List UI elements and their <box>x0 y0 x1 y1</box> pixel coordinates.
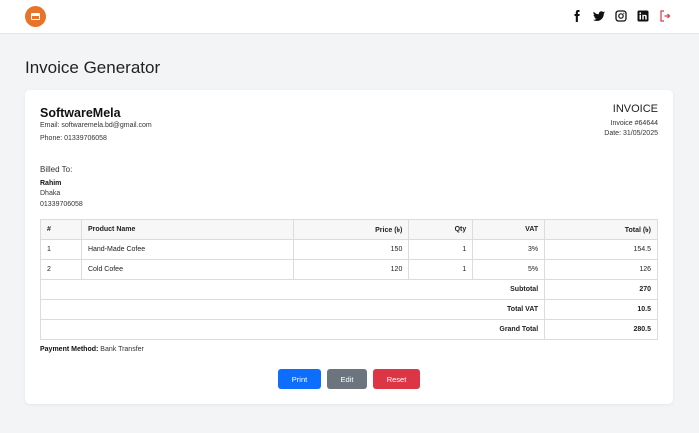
edit-button[interactable]: Edit <box>327 369 367 389</box>
billed-to-phone: 01339706058 <box>40 201 83 208</box>
cell-price: 150 <box>292 239 410 260</box>
logout-icon[interactable] <box>658 9 671 22</box>
social-links <box>570 9 671 22</box>
cell-number: 1 <box>40 239 82 260</box>
invoice-number: Invoice #64644 <box>610 120 658 127</box>
linkedin-icon[interactable] <box>636 9 649 22</box>
company-phone: Phone: 01339706058 <box>40 135 107 142</box>
print-button[interactable]: Print <box>278 369 321 389</box>
table-row: 1 Hand-Made Cofee 150 1 3% 154.5 <box>40 239 658 260</box>
col-header-total: Total (৳) <box>544 219 658 240</box>
cell-total: 126 <box>544 259 658 280</box>
logo-mark-icon <box>31 13 40 20</box>
total-vat-label: Total VAT <box>39 299 546 320</box>
col-header-product: Product Name <box>80 219 294 240</box>
top-navbar <box>0 0 699 34</box>
invoice-items-table: # Product Name Price (৳) Qty VAT Total (… <box>39 219 658 340</box>
payment-method-value: Bank Transfer <box>100 346 144 353</box>
col-header-vat: VAT <box>472 219 546 240</box>
cell-price: 120 <box>292 259 410 280</box>
company-email: Email: softwaremela.bd@gmail.com <box>40 122 152 129</box>
subtotal-value: 270 <box>544 279 658 300</box>
table-header-row: # Product Name Price (৳) Qty VAT Total (… <box>40 219 658 240</box>
billed-to-city: Dhaka <box>40 190 61 197</box>
table-row: 2 Cold Cofee 120 1 5% 126 <box>40 259 658 280</box>
cell-number: 2 <box>40 259 82 280</box>
cell-qty: 1 <box>408 259 474 280</box>
payment-method: Payment Method: Bank Transfer <box>40 346 144 353</box>
cell-vat: 3% <box>472 239 546 260</box>
invoice-title: INVOICE <box>612 103 658 115</box>
subtotal-label: Subtotal <box>39 279 546 300</box>
instagram-icon[interactable] <box>614 9 627 22</box>
brand-logo[interactable] <box>25 6 46 27</box>
billed-to-label: Billed To: <box>40 165 73 174</box>
company-name: SoftwareMela <box>40 106 121 120</box>
cell-product: Hand-Made Cofee <box>80 239 294 260</box>
cell-qty: 1 <box>408 239 474 260</box>
facebook-icon[interactable] <box>570 9 583 22</box>
payment-method-label: Payment Method: <box>40 346 99 353</box>
invoice-date: Date: 31/05/2025 <box>604 130 658 137</box>
col-header-number: # <box>40 219 82 240</box>
col-header-qty: Qty <box>408 219 474 240</box>
grand-total-value: 280.5 <box>544 319 658 340</box>
total-vat-value: 10.5 <box>544 299 658 320</box>
reset-button[interactable]: Reset <box>373 369 420 389</box>
cell-product: Cold Cofee <box>80 259 294 280</box>
summary-row-grand-total: Grand Total 280.5 <box>39 319 658 340</box>
summary-row-subtotal: Subtotal 270 <box>39 279 658 300</box>
twitter-icon[interactable] <box>592 9 605 22</box>
invoice-card: SoftwareMela Email: softwaremela.bd@gmai… <box>25 90 673 404</box>
billed-to-name: Rahim <box>40 180 62 187</box>
cell-total: 154.5 <box>544 239 658 260</box>
summary-row-total-vat: Total VAT 10.5 <box>39 299 658 320</box>
page-title: Invoice Generator <box>25 58 161 77</box>
col-header-price: Price (৳) <box>292 219 410 240</box>
grand-total-label: Grand Total <box>39 319 546 340</box>
cell-vat: 5% <box>472 259 546 280</box>
